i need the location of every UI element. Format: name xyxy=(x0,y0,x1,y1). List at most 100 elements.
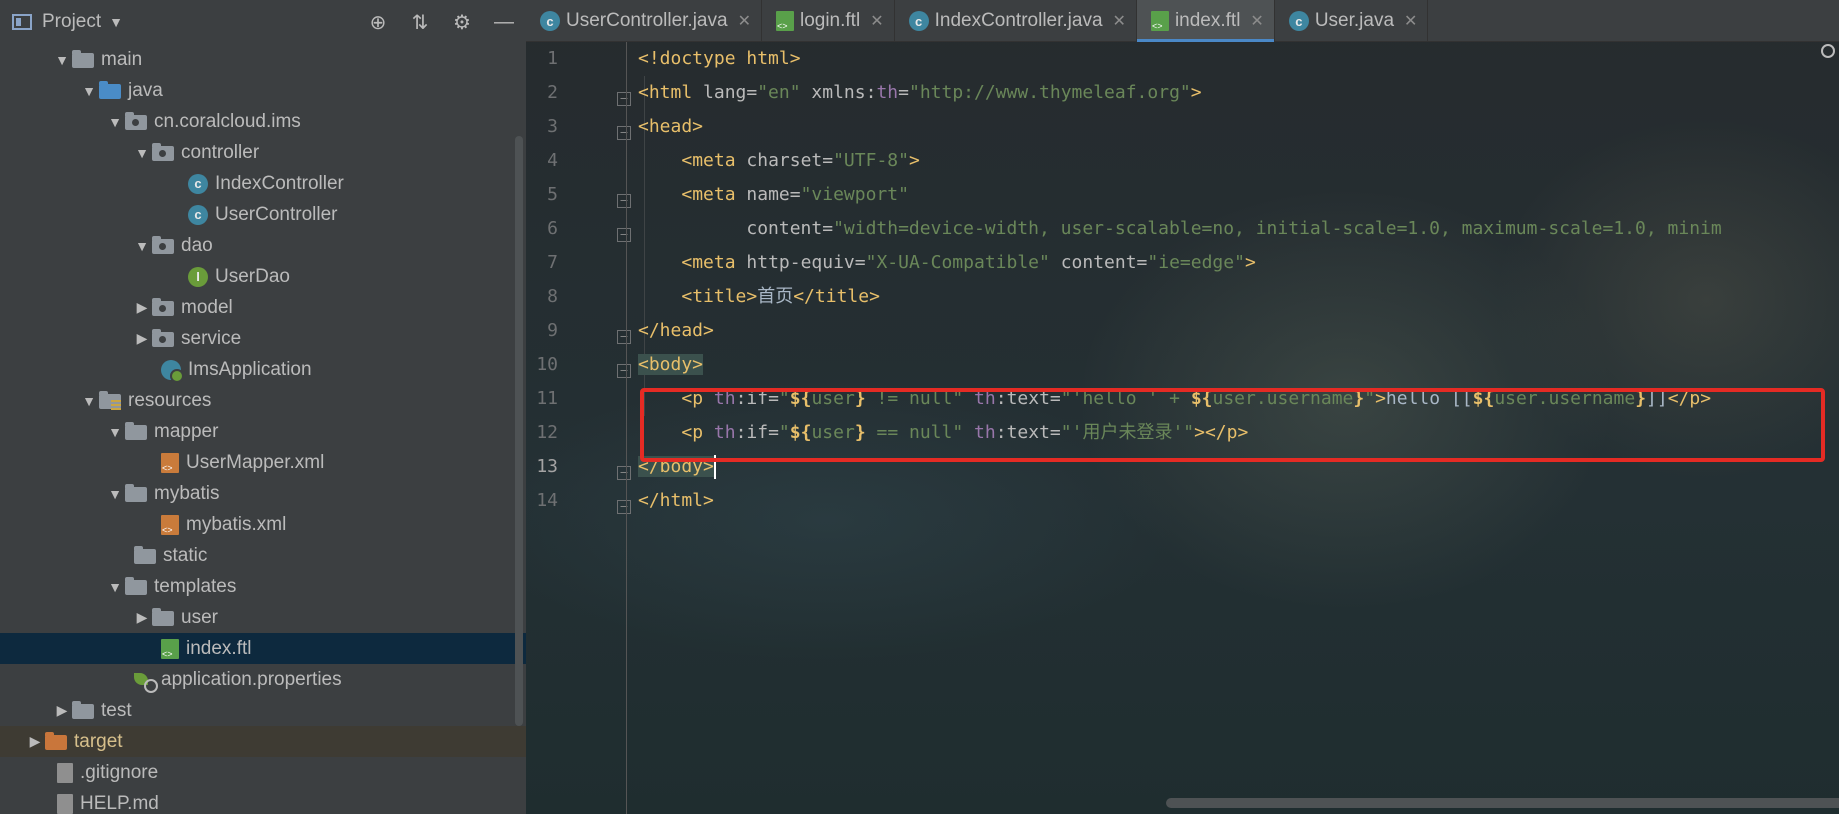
tree-node-gitignore[interactable]: .gitignore xyxy=(0,757,526,788)
tree-node-mybatis-xml[interactable]: mybatis.xml xyxy=(0,509,526,540)
excluded-folder-icon xyxy=(45,732,67,750)
tree-node-user-mapper-xml[interactable]: UserMapper.xml xyxy=(0,447,526,478)
tree-node-java[interactable]: ▼ java xyxy=(0,75,526,106)
tree-node-user-folder[interactable]: ▶ user xyxy=(0,602,526,633)
editor-horizontal-scrollbar[interactable] xyxy=(1166,798,1839,808)
fold-marker-icon[interactable]: − xyxy=(617,126,631,140)
close-icon[interactable]: ✕ xyxy=(1113,11,1126,31)
gutter-divider xyxy=(626,42,627,814)
expand-arrow-icon[interactable]: ▼ xyxy=(79,83,99,99)
line-number: 3 xyxy=(547,116,558,137)
expand-arrow-icon[interactable]: ▼ xyxy=(105,579,125,595)
folder-icon xyxy=(125,422,147,440)
chevron-down-icon[interactable]: ▼ xyxy=(109,14,123,30)
tree-node-controller[interactable]: ▼ controller xyxy=(0,137,526,168)
fold-marker-icon[interactable]: − xyxy=(617,500,631,514)
tree-node-label: templates xyxy=(154,575,237,597)
minimize-icon[interactable]: — xyxy=(492,10,516,34)
tree-node-model[interactable]: ▶ model xyxy=(0,292,526,323)
close-icon[interactable]: ✕ xyxy=(870,11,883,31)
tree-node-application-properties[interactable]: application.properties xyxy=(0,664,526,695)
tree-node-test[interactable]: ▶ test xyxy=(0,695,526,726)
expand-arrow-icon[interactable]: ▼ xyxy=(105,114,125,130)
tree-node-ims-application[interactable]: ImsApplication xyxy=(0,354,526,385)
project-scrollbar[interactable] xyxy=(515,136,523,726)
tree-node-main[interactable]: ▼ main xyxy=(0,44,526,75)
line-number: 10 xyxy=(536,354,558,375)
tree-node-user-dao[interactable]: I UserDao xyxy=(0,261,526,292)
tree-node-label: application.properties xyxy=(161,668,342,690)
tree-node-static[interactable]: static xyxy=(0,540,526,571)
tree-node-label: service xyxy=(181,327,242,349)
code-line-8: <title>首页</title> xyxy=(681,286,880,307)
tree-node-label: static xyxy=(163,544,208,566)
expand-arrow-icon[interactable]: ▶ xyxy=(132,330,152,347)
line-number: 4 xyxy=(547,150,558,171)
collapse-icon[interactable]: ⇅ xyxy=(408,10,432,34)
tree-node-index-controller[interactable]: c IndexController xyxy=(0,168,526,199)
locate-icon[interactable]: ⊕ xyxy=(366,10,390,34)
tab-user-controller[interactable]: c UserController.java ✕ xyxy=(526,0,762,42)
tab-login-ftl[interactable]: login.ftl ✕ xyxy=(762,0,895,42)
tree-node-user-controller[interactable]: c UserController xyxy=(0,199,526,230)
tab-label: UserController.java xyxy=(566,10,728,31)
expand-arrow-icon[interactable]: ▼ xyxy=(132,145,152,161)
tab-label: login.ftl xyxy=(799,10,861,31)
close-icon[interactable]: ✕ xyxy=(738,11,751,31)
fold-marker-icon[interactable]: − xyxy=(617,466,631,480)
line-number: 5 xyxy=(547,184,558,205)
tree-node-dao[interactable]: ▼ dao xyxy=(0,230,526,261)
code-line-4: <meta charset="UTF-8"> xyxy=(681,150,920,171)
fold-marker-icon[interactable]: − xyxy=(617,92,631,106)
fold-marker-icon[interactable]: − xyxy=(617,330,631,344)
code-line-10: <body> xyxy=(638,354,704,375)
tree-node-label: user xyxy=(181,606,218,628)
code-line-2: <html lang="en" xmlns:th="http://www.thy… xyxy=(638,82,1202,103)
tree-node-label: test xyxy=(101,699,132,721)
tree-node-service[interactable]: ▶ service xyxy=(0,323,526,354)
tree-node-mybatis[interactable]: ▼ mybatis xyxy=(0,478,526,509)
tree-node-templates[interactable]: ▼ templates xyxy=(0,571,526,602)
ftl-file-icon xyxy=(1150,11,1169,31)
expand-arrow-icon[interactable]: ▼ xyxy=(132,238,152,254)
tab-label: index.ftl xyxy=(1174,10,1241,31)
code-line-5: <meta name="viewport" xyxy=(681,184,909,205)
expand-arrow-icon[interactable]: ▶ xyxy=(52,702,72,719)
tree-node-help-md[interactable]: HELP.md xyxy=(0,788,526,814)
tree-node-resources[interactable]: ▼ resources xyxy=(0,385,526,416)
expand-arrow-icon[interactable]: ▼ xyxy=(52,52,72,68)
fold-marker-icon[interactable]: − xyxy=(617,228,631,242)
tab-index-controller[interactable]: c IndexController.java ✕ xyxy=(895,0,1137,42)
tree-node-label: UserMapper.xml xyxy=(186,451,325,473)
tree-node-label: HELP.md xyxy=(80,792,159,814)
file-icon xyxy=(57,762,73,783)
class-icon: c xyxy=(1288,11,1309,31)
project-title[interactable]: Project xyxy=(42,11,101,33)
tree-node-target[interactable]: ▶ target xyxy=(0,726,526,757)
expand-arrow-icon[interactable]: ▼ xyxy=(79,393,99,409)
gear-icon[interactable]: ⚙ xyxy=(450,10,474,34)
line-number: 8 xyxy=(547,286,558,307)
close-icon[interactable]: ✕ xyxy=(1404,11,1417,31)
package-icon xyxy=(152,329,174,347)
markdown-file-icon xyxy=(57,793,73,814)
expand-arrow-icon[interactable]: ▼ xyxy=(105,424,125,440)
tree-node-index-ftl[interactable]: index.ftl xyxy=(0,633,526,664)
expand-arrow-icon[interactable]: ▶ xyxy=(132,609,152,626)
expand-arrow-icon[interactable]: ▶ xyxy=(132,299,152,316)
folder-icon xyxy=(72,701,94,719)
tab-user-java[interactable]: c User.java ✕ xyxy=(1275,0,1429,42)
tree-node-mapper[interactable]: ▼ mapper xyxy=(0,416,526,447)
source-folder-icon xyxy=(99,81,121,99)
close-icon[interactable]: ✕ xyxy=(1250,11,1263,31)
tree-node-label: java xyxy=(128,79,163,101)
line-number: 6 xyxy=(547,218,558,239)
tree-node-label: dao xyxy=(181,234,213,256)
fold-marker-icon[interactable]: − xyxy=(617,194,631,208)
tab-index-ftl[interactable]: index.ftl ✕ xyxy=(1136,0,1275,42)
expand-arrow-icon[interactable]: ▶ xyxy=(25,733,45,750)
fold-marker-icon[interactable]: − xyxy=(617,364,631,378)
tree-node-label: resources xyxy=(128,389,212,411)
expand-arrow-icon[interactable]: ▼ xyxy=(105,486,125,502)
tree-node-package-root[interactable]: ▼ cn.coralcloud.ims xyxy=(0,106,526,137)
